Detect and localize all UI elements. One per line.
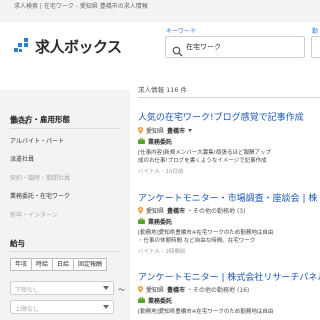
job-type: 業務委託	[148, 218, 173, 226]
job-type-row: 業務委託	[138, 295, 172, 305]
job-type: 業務委託	[148, 297, 173, 305]
filter-seishain[interactable]: 正社員	[10, 117, 125, 126]
logo-text: 求人ボックス	[35, 37, 122, 56]
site-logo[interactable]: 求人ボックス	[14, 36, 122, 56]
chevron-down-icon[interactable]	[188, 128, 193, 132]
job-location: 愛知県 豊橋市	[138, 125, 193, 135]
search-icon	[172, 42, 183, 57]
job-type-row: 業務委託	[138, 216, 172, 226]
filter-part-time[interactable]: アルバイト・パート	[10, 136, 125, 145]
keyword-search-box[interactable]	[165, 36, 305, 58]
chevron-down-icon	[103, 286, 109, 290]
range-separator: 〜	[118, 286, 125, 294]
job-pref: 愛知県	[146, 127, 165, 135]
job-city: 豊橋市	[167, 207, 186, 215]
job-description: [勤務地]愛知県豊橋市※在宅ワークのため勤務地は自由	[138, 309, 274, 315]
job-source: バイトル - 2時間前	[138, 249, 186, 255]
job-location: 愛知県 豊橋市 ・その他の勤務地 (3)	[138, 205, 245, 215]
wage-min-value: 下限なし	[15, 287, 40, 294]
area-input[interactable]	[311, 36, 320, 58]
job-type-row: 業務委託	[138, 136, 172, 146]
briefcase-icon	[138, 217, 145, 224]
wage-tab-fixed[interactable]: 固定報酬	[73, 258, 108, 271]
result-count: 求人情報 116 件	[138, 86, 188, 94]
section-divider	[10, 128, 120, 129]
job-pref: 愛知県	[146, 207, 165, 215]
job-card: アンケートモニター・市場調査・座談会 | 株 愛知県 豊橋市 ・その他の勤務地 …	[138, 191, 320, 261]
wage-max-select[interactable]: 上限なし	[10, 300, 114, 314]
filter-shinsotsu: 新卒・インターン	[10, 212, 58, 219]
briefcase-icon	[138, 296, 145, 303]
top-bar: 求人検索 | 在宅ワーク - 愛知県 豊橋市の求人情報	[0, 0, 320, 22]
job-description: [勤務地]愛知県豊橋市※在宅ワークのため勤務地は自由	[138, 230, 274, 236]
area-label: 勤	[312, 28, 319, 35]
job-location-extra[interactable]: ・その他の勤務地 (16)	[187, 285, 249, 294]
breadcrumb[interactable]: 求人検索 | 在宅ワーク - 愛知県 豊橋市の求人情報	[14, 3, 164, 11]
keyword-input[interactable]	[186, 40, 301, 54]
keyword-label: キーワード	[166, 28, 197, 35]
chevron-down-icon	[103, 305, 109, 309]
job-title[interactable]: アンケートモニター・市場調査・座談会 | 株	[138, 191, 317, 204]
filter-haken[interactable]: 派遣社員	[10, 154, 125, 163]
wage-tab-hourly[interactable]: 時給	[31, 258, 54, 271]
job-card: アンケートモニター | 株式会社リサーチパネル 愛知県 豊橋市 ・その他の勤務地…	[138, 270, 320, 320]
job-title[interactable]: 人気の在宅ワーク!ブログ感覚で記事作成	[138, 110, 304, 123]
job-description: 成のお仕事!ブログを書くようなイメージで記事作成	[138, 158, 267, 164]
job-city: 豊橋市	[167, 286, 186, 294]
job-description: ・仕事の休憩時間 など自由な時間。在宅ワーク	[138, 238, 256, 244]
wage-tab-annual[interactable]: 年収	[10, 258, 33, 271]
wage-tab-daily[interactable]: 日給	[52, 258, 75, 271]
job-type: 業務委託	[148, 138, 173, 146]
job-location-extra[interactable]: ・その他の勤務地 (3)	[187, 206, 245, 215]
job-card: 人気の在宅ワーク!ブログ感覚で記事作成 愛知県 豊橋市 業務委託 [仕事内容]新…	[138, 110, 320, 180]
wage-min-select[interactable]: 下限なし	[10, 281, 114, 295]
job-description: [仕事内容]新規メンバー大募集!頑張るほど報酬アップ	[138, 150, 271, 156]
job-location: 愛知県 豊橋市 ・その他の勤務地 (16)	[138, 284, 249, 294]
map-pin-icon	[138, 285, 143, 293]
job-pref: 愛知県	[146, 286, 165, 294]
section-divider	[10, 251, 120, 252]
wage-section-title: 給与	[10, 239, 25, 248]
job-city: 豊橋市	[167, 127, 186, 135]
results-divider	[138, 97, 320, 98]
briefcase-icon	[138, 137, 145, 144]
map-pin-icon	[138, 206, 143, 214]
filter-gyomu-itaku[interactable]: 業務委託・在宅ワーク	[10, 191, 125, 200]
job-source: バイトル - 10日前	[138, 169, 184, 175]
wage-type-tabs: 年収 時給 日給 固定報酬	[10, 258, 108, 271]
logo-mark-icon	[14, 38, 32, 54]
job-title[interactable]: アンケートモニター | 株式会社リサーチパネル	[138, 270, 320, 283]
wage-max-value: 上限なし	[15, 306, 40, 313]
map-pin-icon	[138, 126, 143, 134]
filter-keiyaku: 契約・臨時・期間社員	[10, 175, 71, 182]
